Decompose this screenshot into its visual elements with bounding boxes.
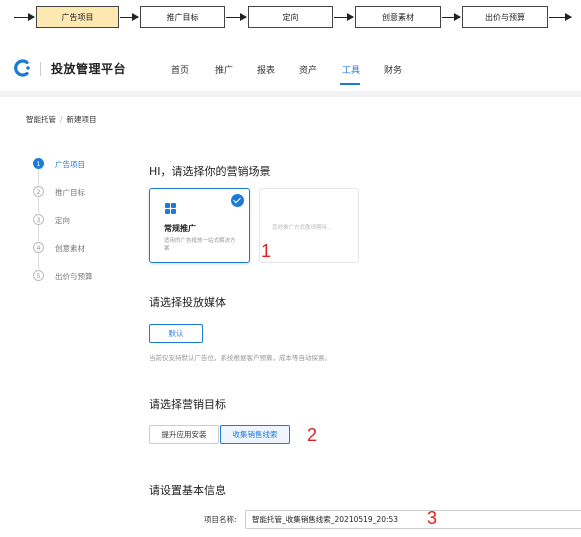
- annotation-3: 3: [427, 508, 438, 528]
- media-title: 请选择投放媒体: [149, 296, 226, 309]
- nav-reports[interactable]: 报表: [257, 63, 275, 76]
- divider: [40, 62, 41, 76]
- step-label: 推广目标: [55, 188, 85, 197]
- step-connector: [38, 253, 39, 269]
- basic-info-title: 请设置基本信息: [149, 484, 226, 497]
- step-label: 创意素材: [55, 244, 85, 253]
- nav-home[interactable]: 首页: [171, 63, 189, 76]
- brand-name: 投放管理平台: [51, 62, 127, 76]
- step-number: 4: [33, 242, 44, 253]
- flow-diagram: 广告项目 推广目标 定向 创意素材 出价与预算: [0, 0, 581, 40]
- breadcrumb-item-new-project: 新建项目: [66, 115, 97, 124]
- project-name-input[interactable]: 智能托管_收集销售线索_20210519_20:53: [245, 510, 581, 529]
- flow-arrow: [334, 13, 354, 21]
- project-name-label: 项目名称:: [204, 515, 237, 524]
- nav-active-indicator: [340, 83, 360, 85]
- scene-card-desc: 适用的广告投放一站式解决方案: [164, 238, 236, 252]
- annotation-2: 2: [307, 425, 318, 445]
- flow-arrow: [442, 13, 461, 21]
- step-number: 3: [33, 214, 44, 225]
- top-navigation: 投放管理平台 首页 推广 报表 资产 工具 财务: [0, 52, 581, 86]
- flow-arrow: [120, 13, 139, 21]
- breadcrumb: 智能托管 / 新建项目: [26, 114, 97, 125]
- step-label: 广告项目: [55, 160, 85, 169]
- nav-promotion[interactable]: 推广: [215, 63, 233, 76]
- flow-arrow: [226, 13, 247, 21]
- grid-icon: [165, 203, 176, 214]
- step-number: 5: [33, 270, 44, 281]
- scene-card-regular[interactable]: 常规推广 适用的广告投放一站式解决方案: [149, 188, 250, 263]
- media-default-button[interactable]: 默认: [149, 324, 203, 343]
- flow-arrow: [549, 13, 572, 21]
- brand-logo-icon[interactable]: [14, 59, 32, 77]
- scene-card-title: 常规推广: [164, 224, 196, 233]
- goal-title: 请选择营销目标: [149, 398, 226, 411]
- flow-step-targeting: 定向: [248, 6, 333, 28]
- flow-step-ad-project: 广告项目: [36, 6, 119, 28]
- step-label: 出价与预算: [55, 272, 93, 281]
- goal-app-install-button[interactable]: 提升应用安装: [149, 425, 219, 444]
- scene-card-placeholder: 其他推广方式敬请期待...: [272, 225, 333, 231]
- goal-collect-leads-button[interactable]: 收集销售线索: [220, 425, 290, 444]
- flow-step-creative: 创意素材: [355, 6, 441, 28]
- breadcrumb-item-managed[interactable]: 智能托管: [26, 115, 56, 124]
- nav-assets[interactable]: 资产: [299, 63, 317, 76]
- step-label: 定向: [55, 216, 70, 225]
- breadcrumb-separator: /: [60, 115, 63, 124]
- step-connector: [38, 169, 39, 185]
- flow-arrow: [14, 13, 35, 21]
- scene-title: HI，请选择你的营销场景: [149, 165, 271, 178]
- flow-step-goal: 推广目标: [140, 6, 225, 28]
- step-connector: [38, 197, 39, 213]
- annotation-1: 1: [261, 241, 272, 261]
- flow-step-bid: 出价与预算: [462, 6, 548, 28]
- check-icon: [231, 194, 244, 207]
- nav-finance[interactable]: 财务: [384, 63, 402, 76]
- step-number: 2: [33, 186, 44, 197]
- step-number: 1: [33, 158, 44, 169]
- media-hint: 当前仅支持默认广告位，系统根据客户预算，成本等自动探索。: [149, 354, 331, 362]
- step-connector: [38, 225, 39, 241]
- nav-tools[interactable]: 工具: [342, 63, 360, 76]
- scene-card-other: 其他推广方式敬请期待...: [259, 188, 359, 263]
